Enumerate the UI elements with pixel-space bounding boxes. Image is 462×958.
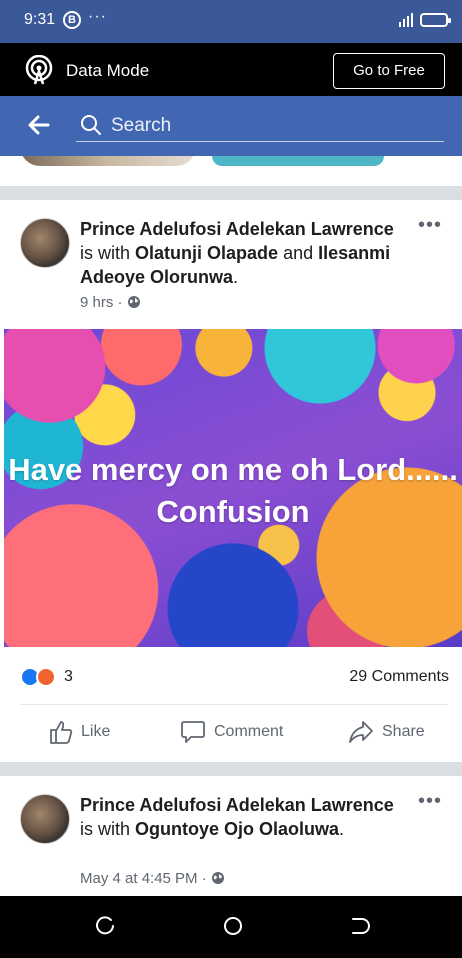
- search-input[interactable]: Search: [76, 108, 444, 142]
- home-circle-icon[interactable]: [223, 916, 243, 936]
- avatar[interactable]: [20, 794, 70, 844]
- share-label: Share: [382, 723, 425, 740]
- search-icon: [81, 115, 101, 135]
- and-text: and: [283, 243, 314, 263]
- post-header-text: Prince Adelufosi Adelekan Lawrence is wi…: [80, 793, 410, 841]
- arrow-left-icon[interactable]: [26, 112, 52, 138]
- post-actions: Like Comment Share: [0, 716, 462, 750]
- go-to-free-button[interactable]: Go to Free: [333, 53, 445, 89]
- nav-back-icon[interactable]: [350, 916, 370, 936]
- search-bar: Search: [0, 96, 462, 156]
- status-time: 9:31: [24, 11, 56, 28]
- broadcast-icon: [25, 55, 53, 85]
- comment-label: Comment: [214, 723, 284, 740]
- signal-icon: [399, 13, 413, 27]
- period: .: [233, 267, 239, 287]
- post-caption: Have mercy on me oh Lord...... Confusion: [8, 452, 458, 529]
- thumbs-up-icon: [50, 721, 73, 744]
- post-divider: [0, 186, 462, 200]
- like-label: Like: [81, 723, 111, 740]
- speech-bubble-icon: [181, 721, 205, 743]
- comment-button[interactable]: Comment: [180, 716, 300, 750]
- angry-reaction-icon: [36, 667, 56, 687]
- previous-post-button[interactable]: [212, 156, 384, 166]
- meta-dot: ·: [201, 870, 207, 887]
- tagged-user[interactable]: Oguntoye Ojo Olaoluwa: [135, 819, 339, 839]
- with-text: is with: [80, 243, 131, 263]
- b-badge-icon: B: [63, 11, 81, 29]
- post-image[interactable]: Have mercy on me oh Lord...... Confusion: [4, 329, 462, 647]
- news-feed: Prince Adelufosi Adelekan Lawrence is wi…: [0, 156, 462, 896]
- meta-dot: ·: [117, 294, 123, 311]
- separator: [20, 704, 448, 705]
- status-bar: 9:31 B ···: [0, 0, 462, 43]
- post-divider: [0, 762, 462, 776]
- like-button[interactable]: Like: [48, 716, 128, 750]
- search-placeholder: Search: [111, 115, 172, 136]
- post-time[interactable]: 9 hrs: [80, 294, 113, 311]
- author-name[interactable]: Prince Adelufosi Adelekan Lawrence: [80, 219, 394, 239]
- with-text: is with: [80, 819, 131, 839]
- share-arrow-icon: [349, 721, 373, 743]
- avatar[interactable]: [20, 218, 70, 268]
- tagged-user[interactable]: Olatunji Olapade: [135, 243, 278, 263]
- post-header-text: Prince Adelufosi Adelekan Lawrence is wi…: [80, 217, 410, 289]
- recent-apps-icon[interactable]: [96, 916, 116, 936]
- more-options-icon[interactable]: •••: [418, 214, 442, 237]
- more-options-icon[interactable]: •••: [418, 790, 442, 813]
- period: .: [339, 819, 345, 839]
- data-mode-bar: Data Mode Go to Free: [0, 43, 462, 96]
- globe-icon: [211, 872, 224, 884]
- previous-post-image: [20, 156, 196, 166]
- comments-count[interactable]: 29 Comments: [349, 668, 449, 686]
- reaction-count[interactable]: 3: [64, 668, 73, 686]
- share-button[interactable]: Share: [348, 716, 438, 750]
- post-meta: 9 hrs ·: [80, 294, 141, 311]
- author-name[interactable]: Prince Adelufosi Adelekan Lawrence: [80, 795, 394, 815]
- post-time[interactable]: May 4 at 4:45 PM: [80, 870, 198, 887]
- previous-post-remnant: [0, 156, 462, 168]
- notification-dots: ···: [88, 8, 107, 25]
- post-meta: May 4 at 4:45 PM ·: [80, 870, 225, 887]
- system-nav-bar: [0, 896, 462, 958]
- battery-icon: [420, 13, 451, 27]
- reactions-summary[interactable]: 3 29 Comments: [0, 665, 462, 695]
- globe-icon: [127, 296, 140, 308]
- data-mode-label: Data Mode: [66, 61, 150, 80]
